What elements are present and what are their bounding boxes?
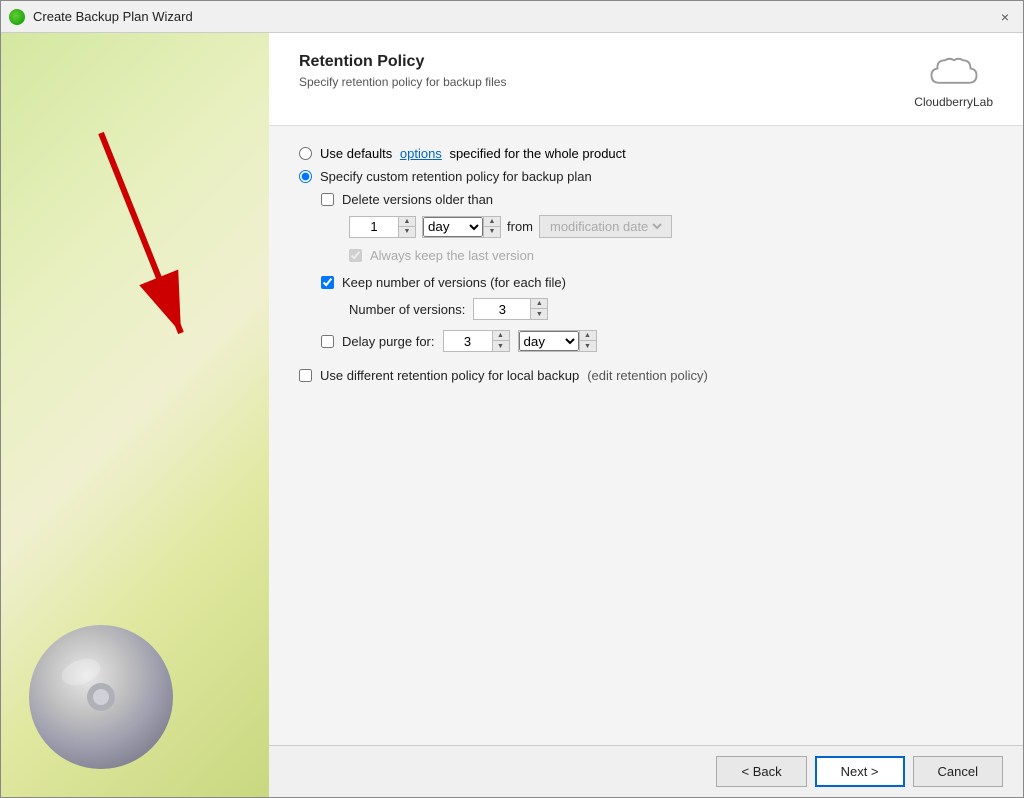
custom-policy-radio[interactable] (299, 170, 312, 183)
panel-header: Retention Policy Specify retention polic… (269, 33, 1023, 126)
delay-unit-select[interactable]: day week month (519, 331, 579, 351)
edit-policy-label: (edit retention policy) (587, 368, 708, 383)
delay-value-down[interactable]: ▼ (493, 341, 509, 351)
use-defaults-row: Use defaults options specified for the w… (299, 146, 993, 161)
use-defaults-radio[interactable] (299, 147, 312, 160)
delete-value-input[interactable] (350, 217, 398, 237)
delete-value-down[interactable]: ▼ (399, 227, 415, 237)
window-title: Create Backup Plan Wizard (33, 9, 995, 24)
use-defaults-label: Use defaults options specified for the w… (320, 146, 626, 161)
delete-versions-row: Delete versions older than (321, 192, 993, 207)
delete-unit-select[interactable]: day week month year (423, 217, 483, 237)
local-backup-row: Use different retention policy for local… (299, 368, 993, 383)
wizard-window: Create Backup Plan Wizard × (0, 0, 1024, 798)
logo-area: CloudberryLab (914, 53, 993, 109)
delay-unit-up[interactable]: ▲ (580, 331, 596, 341)
always-keep-checkbox[interactable] (349, 249, 362, 262)
page-title: Retention Policy (299, 53, 506, 71)
keep-versions-checkbox[interactable] (321, 276, 334, 289)
local-backup-checkbox[interactable] (299, 369, 312, 382)
delay-unit-buttons: ▲ ▼ (579, 331, 596, 351)
delete-unit-up[interactable]: ▲ (484, 217, 500, 227)
cancel-button[interactable]: Cancel (913, 756, 1003, 787)
options-link[interactable]: options (400, 146, 442, 161)
delay-purge-label: Delay purge for: (342, 334, 435, 349)
delay-unit-down[interactable]: ▼ (580, 341, 596, 351)
keep-versions-row: Keep number of versions (for each file) (321, 275, 993, 290)
delay-value-up[interactable]: ▲ (493, 331, 509, 341)
close-button[interactable]: × (995, 7, 1015, 27)
logo-label: CloudberryLab (914, 95, 993, 109)
back-button[interactable]: < Back (716, 756, 806, 787)
delay-value-buttons: ▲ ▼ (492, 331, 509, 351)
num-versions-label: Number of versions: (349, 302, 465, 317)
local-backup-label: Use different retention policy for local… (320, 368, 579, 383)
arrow-graphic (61, 113, 221, 393)
next-button[interactable]: Next > (815, 756, 905, 787)
edit-policy-text: (edit retention policy) (587, 368, 708, 383)
num-versions-input[interactable] (474, 299, 530, 319)
num-versions-buttons: ▲ ▼ (530, 299, 547, 319)
app-icon (9, 9, 25, 25)
delete-value-up[interactable]: ▲ (399, 217, 415, 227)
delay-value-spinner: ▲ ▼ (443, 330, 510, 352)
disc-graphic (21, 617, 181, 777)
num-versions-spinner: ▲ ▼ (473, 298, 548, 320)
delete-unit-buttons: ▲ ▼ (483, 217, 500, 237)
delete-value-buttons: ▲ ▼ (398, 217, 415, 237)
delete-unit-spinner: day week month year ▲ ▼ (422, 216, 501, 238)
date-select-container: modification date creation date (539, 215, 672, 238)
num-versions-row: Number of versions: ▲ ▼ (349, 298, 993, 320)
panel-footer: < Back Next > Cancel (269, 745, 1023, 797)
from-label: from (507, 219, 533, 234)
custom-policy-label: Specify custom retention policy for back… (320, 169, 592, 184)
keep-versions-label: Keep number of versions (for each file) (342, 275, 566, 290)
date-select[interactable]: modification date creation date (546, 218, 665, 235)
delay-value-input[interactable] (444, 331, 492, 351)
header-text: Retention Policy Specify retention polic… (299, 53, 506, 89)
main-content: Retention Policy Specify retention polic… (1, 33, 1023, 797)
num-versions-up[interactable]: ▲ (531, 299, 547, 309)
delete-versions-inputs: ▲ ▼ day week month year (349, 215, 993, 238)
delay-purge-checkbox[interactable] (321, 335, 334, 348)
delete-versions-checkbox[interactable] (321, 193, 334, 206)
delete-versions-label: Delete versions older than (342, 192, 493, 207)
delay-purge-row: Delay purge for: ▲ ▼ day week (321, 330, 993, 352)
title-bar: Create Backup Plan Wizard × (1, 1, 1023, 33)
num-versions-down[interactable]: ▼ (531, 309, 547, 319)
left-panel (1, 33, 269, 797)
delay-unit-spinner: day week month ▲ ▼ (518, 330, 597, 352)
always-keep-row: Always keep the last version (349, 248, 993, 263)
always-keep-label: Always keep the last version (370, 248, 534, 263)
right-panel: Retention Policy Specify retention polic… (269, 33, 1023, 797)
custom-section: Delete versions older than ▲ ▼ (321, 192, 993, 352)
delete-unit-down[interactable]: ▼ (484, 227, 500, 237)
cloudberry-logo-icon (924, 53, 984, 93)
custom-policy-row: Specify custom retention policy for back… (299, 169, 993, 184)
panel-body: Use defaults options specified for the w… (269, 126, 1023, 745)
page-subtitle: Specify retention policy for backup file… (299, 75, 506, 89)
delete-value-spinner: ▲ ▼ (349, 216, 416, 238)
